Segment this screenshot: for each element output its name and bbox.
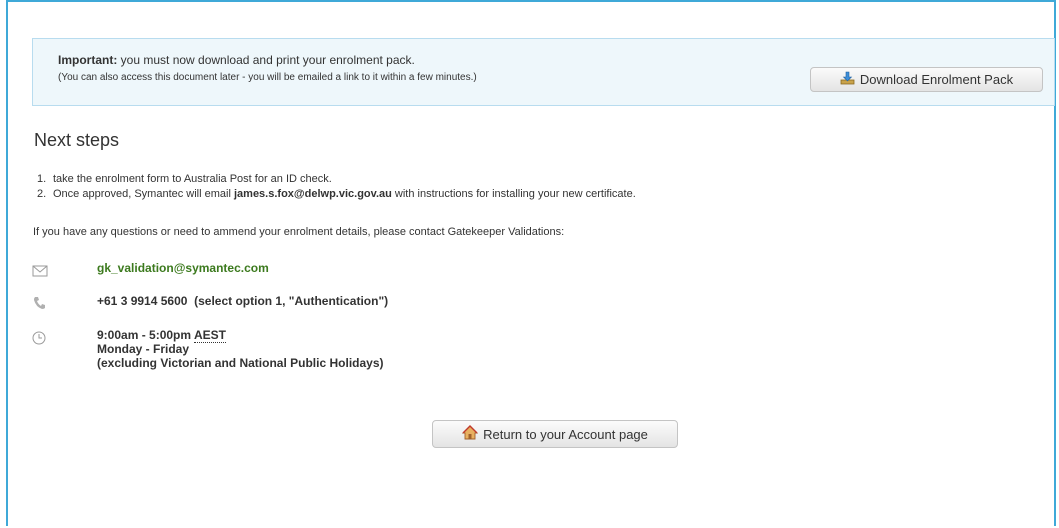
return-to-account-button[interactable]: Return to your Account page bbox=[432, 420, 678, 448]
notice-important-label: Important: bbox=[58, 53, 118, 67]
phone-note: (select option 1, "Authentication") bbox=[194, 294, 389, 308]
content-frame: Important: you must now download and pri… bbox=[6, 0, 1056, 526]
next-steps-heading: Next steps bbox=[34, 130, 120, 150]
hours-time: 9:00am - 5:00pm bbox=[97, 328, 192, 342]
step-text: take the enrolment form to Australia Pos… bbox=[53, 173, 332, 185]
next-steps-list: 1. take the enrolment form to Australia P… bbox=[37, 172, 636, 202]
download-icon bbox=[840, 71, 855, 88]
step-number: 1. bbox=[37, 173, 47, 185]
notice-sub-message: (You can also access this document later… bbox=[58, 72, 477, 83]
office-hours: 9:00am - 5:00pm AEST Monday - Friday (ex… bbox=[97, 328, 384, 370]
recipient-email: james.s.fox@delwp.vic.gov.au bbox=[233, 188, 392, 200]
notice-message: Important: you must now download and pri… bbox=[58, 53, 415, 67]
hours-time-line: 9:00am - 5:00pm AEST bbox=[97, 328, 384, 343]
validation-email-link[interactable]: gk_validation@symantec.com bbox=[97, 261, 269, 275]
step-number: 2. bbox=[37, 188, 47, 200]
phone-icon bbox=[32, 295, 48, 311]
phone-number: +61 3 9914 5600 bbox=[97, 294, 188, 308]
step-text-prefix: Once approved, Symantec will email bbox=[53, 188, 231, 200]
home-icon bbox=[462, 425, 479, 443]
notice-message-text: you must now download and print your enr… bbox=[120, 53, 415, 67]
download-enrolment-pack-button[interactable]: Download Enrolment Pack bbox=[810, 67, 1043, 92]
download-notice: Important: you must now download and pri… bbox=[32, 38, 1055, 106]
questions-text: If you have any questions or need to amm… bbox=[33, 226, 565, 238]
clock-icon bbox=[32, 331, 48, 347]
timezone-abbr: AEST bbox=[193, 328, 226, 343]
envelope-icon bbox=[32, 264, 48, 280]
phone-line: +61 3 9914 5600 (select option 1, "Authe… bbox=[97, 294, 388, 308]
download-button-label: Download Enrolment Pack bbox=[859, 72, 1014, 87]
hours-days: Monday - Friday bbox=[97, 342, 190, 356]
list-item: 2. Once approved, Symantec will email jam… bbox=[37, 187, 636, 202]
list-item: 1. take the enrolment form to Australia P… bbox=[37, 172, 636, 187]
step-text-suffix: with instructions for installing your ne… bbox=[394, 188, 636, 200]
return-button-label: Return to your Account page bbox=[483, 426, 648, 442]
hours-exclusion: (excluding Victorian and National Public… bbox=[97, 356, 384, 370]
